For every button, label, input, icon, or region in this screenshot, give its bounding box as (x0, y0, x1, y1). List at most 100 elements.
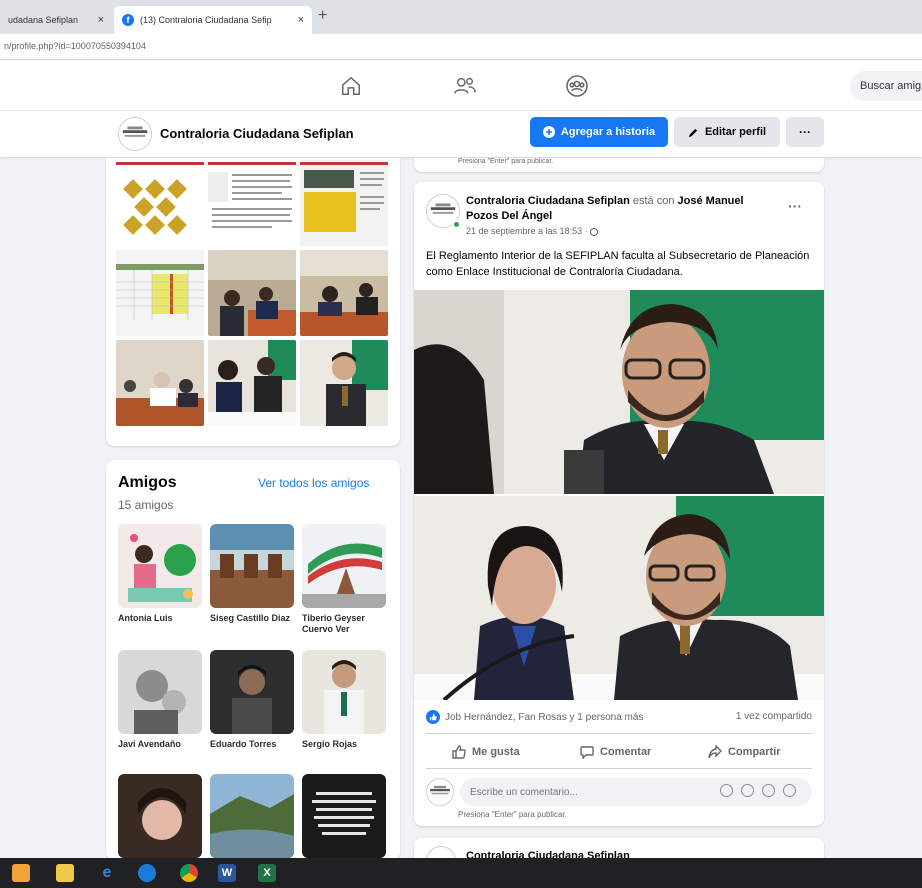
friend-item[interactable]: Javi Avendaño (118, 650, 202, 750)
folder-icon[interactable] (56, 864, 74, 882)
commenter-avatar (426, 778, 454, 806)
excel-icon[interactable]: X (258, 864, 276, 882)
word-icon[interactable]: W (218, 864, 236, 882)
friend-photo[interactable] (302, 524, 386, 608)
like-reaction-icon (426, 710, 440, 724)
friend-name[interactable]: Eduardo Torres (210, 739, 294, 750)
new-tab-button[interactable]: + (318, 7, 327, 25)
post-card: Contraloria Ciudadana Sefiplan está con … (414, 182, 824, 826)
tab-close-icon[interactable]: × (298, 14, 304, 26)
post-time-text: 21 de septiembre a las 18:53 · (466, 226, 591, 236)
globe-icon (590, 227, 599, 236)
friend-photo[interactable] (210, 650, 294, 734)
post-author-name[interactable]: Contraloria Ciudadana Sefiplan (466, 195, 630, 207)
facebook-top-nav: Buscar amig (0, 61, 922, 111)
post-options-button[interactable]: ··· (788, 198, 802, 214)
friend-photo[interactable] (302, 650, 386, 734)
friends-title[interactable]: Amigos (118, 474, 177, 492)
internet-explorer-icon[interactable]: e (98, 864, 116, 882)
friend-item[interactable]: Antonia Luis (118, 524, 202, 624)
post-timestamp[interactable]: 21 de septiembre a las 18:53 · (466, 226, 599, 236)
add-to-story-button[interactable]: Agregar a historia (530, 117, 668, 147)
pencil-icon (688, 128, 698, 137)
photo-meeting-5[interactable] (300, 340, 388, 426)
browser-tab-inactive[interactable]: udadana Sefiplan × (0, 6, 112, 34)
friend-photo[interactable] (302, 774, 386, 858)
like-button[interactable]: Me gusta (452, 743, 520, 761)
facebook-favicon-icon: f (122, 14, 134, 26)
friend-photo[interactable] (118, 774, 202, 858)
edit-profile-label: Editar perfil (704, 126, 767, 138)
comment-tools (720, 784, 796, 797)
friend-item[interactable]: Sergio Rojas (302, 650, 386, 750)
photo-document[interactable] (208, 160, 296, 246)
friend-name[interactable]: Javi Avendaño (118, 739, 202, 750)
share-count[interactable]: 1 vez compartido (736, 711, 812, 722)
photo-yellow-doc[interactable] (300, 160, 388, 246)
address-bar[interactable]: n/profile.php?id=100070550394104 (0, 34, 922, 60)
post-text: El Reglamento Interior de la SEFIPLAN fa… (426, 250, 810, 278)
browser-tab-bar: udadana Sefiplan × f (13) Contraloria Ci… (0, 0, 922, 34)
previous-post-bottom: Presiona "Enter" para publicar. (414, 158, 824, 172)
friend-item[interactable] (118, 774, 202, 858)
photo-meeting-1[interactable] (208, 250, 296, 336)
share-button[interactable]: Compartir (708, 743, 781, 761)
friend-photo[interactable] (210, 774, 294, 858)
friend-item[interactable]: Eduardo Torres (210, 650, 294, 750)
gif-icon[interactable] (762, 784, 775, 797)
profile-header-bar: Contraloria Ciudadana Sefiplan Agregar a… (0, 111, 922, 157)
home-icon[interactable] (338, 73, 364, 99)
groups-icon[interactable] (564, 73, 590, 99)
add-to-story-label: Agregar a historia (560, 126, 656, 138)
friend-item[interactable]: Tiberio Geyser Cuervo Ver (302, 524, 386, 635)
photo-meeting-4[interactable] (208, 340, 296, 426)
friends-count: 15 amigos (118, 498, 174, 512)
friend-name[interactable]: Tiberio Geyser Cuervo Ver (302, 613, 386, 635)
post-photo-1[interactable] (414, 290, 824, 494)
post-photo-2[interactable] (414, 496, 824, 700)
thumbs-up-icon (452, 745, 466, 759)
friend-photo[interactable] (118, 524, 202, 608)
windows-taskbar: e W X (0, 858, 922, 888)
see-all-friends-link[interactable]: Ver todos los amigos (258, 476, 369, 490)
photo-meeting-2[interactable] (300, 250, 388, 336)
search-friends-input[interactable]: Buscar amig (850, 71, 922, 101)
url-text: n/profile.php?id=100070550394104 (4, 41, 146, 51)
tab-close-icon[interactable]: × (98, 14, 104, 26)
photo-spreadsheet[interactable] (116, 250, 204, 336)
sticker-icon[interactable] (783, 784, 796, 797)
divider (426, 768, 812, 769)
emoji-icon[interactable] (720, 784, 733, 797)
friend-photo[interactable] (118, 650, 202, 734)
chrome-browser-icon[interactable] (180, 864, 198, 882)
reactions-summary[interactable]: Job Hernández, Fan Rosas y 1 persona más (426, 710, 643, 724)
friend-name[interactable]: Siseg Castillo Diaz (210, 613, 294, 624)
profile-name[interactable]: Contraloria Ciudadana Sefiplan (160, 126, 354, 141)
friend-photo[interactable] (210, 524, 294, 608)
browser-tab-active[interactable]: f (13) Contraloria Ciudadana Sefip × (114, 6, 312, 34)
share-icon (708, 745, 722, 759)
with-text: está con (632, 195, 675, 207)
friend-name[interactable]: Sergio Rojas (302, 739, 386, 750)
photo-logo-pattern[interactable] (116, 160, 204, 246)
post-header: Contraloria Ciudadana Sefiplan está con … (466, 194, 776, 224)
friend-item[interactable]: Siseg Castillo Diaz (210, 524, 294, 624)
photo-meeting-3[interactable] (116, 340, 204, 426)
file-explorer-user-icon[interactable] (12, 864, 30, 882)
camera-icon[interactable] (741, 784, 754, 797)
enter-to-post-hint: Presiona "Enter" para publicar. (458, 158, 554, 165)
edit-profile-button[interactable]: Editar perfil (674, 117, 780, 147)
profile-more-button[interactable]: ··· (786, 117, 824, 147)
plus-circle-icon (542, 126, 555, 138)
online-status-dot (452, 220, 461, 229)
share-label: Compartir (728, 746, 781, 758)
comment-button[interactable]: Comentar (580, 743, 651, 761)
photos-card (106, 158, 400, 446)
edge-browser-icon[interactable] (138, 864, 156, 882)
friends-icon[interactable] (452, 73, 478, 99)
profile-avatar[interactable] (118, 117, 152, 151)
friends-card: Amigos 15 amigos Ver todos los amigos An… (106, 460, 400, 860)
friend-name[interactable]: Antonia Luis (118, 613, 202, 624)
friend-item[interactable] (210, 774, 294, 858)
friend-item[interactable] (302, 774, 386, 858)
